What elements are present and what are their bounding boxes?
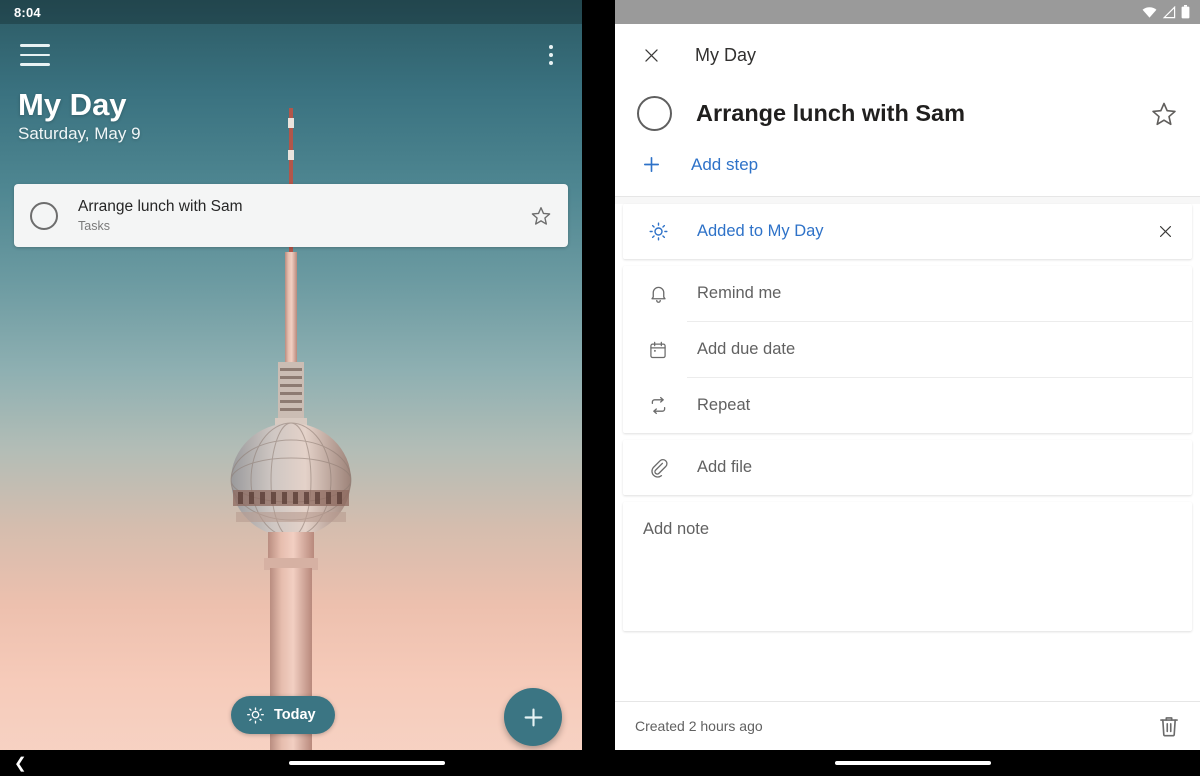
right-status-bar [615, 0, 1200, 24]
right-navigation-bar [615, 750, 1200, 776]
add-file-row[interactable]: Add file [623, 440, 1192, 495]
home-gesture-bar[interactable] [289, 761, 445, 765]
task-title: Arrange lunch with Sam [78, 197, 243, 215]
panel-gutter [582, 0, 615, 776]
remind-me-label: Remind me [697, 284, 782, 302]
left-navigation-bar: ❮ [0, 750, 582, 776]
task-text-block: Arrange lunch with Sam Tasks [78, 198, 530, 234]
add-step-label: Add step [691, 154, 759, 174]
added-to-my-day-label: Added to My Day [697, 222, 824, 240]
right-phone-task-detail: My Day Arrange lunch with Sam Add step A… [615, 0, 1200, 776]
add-file-card: Add file [623, 440, 1192, 495]
battery-icon [1181, 5, 1190, 19]
page-title: My Day [18, 87, 127, 122]
left-phone-my-day-list: 8:04 My Day Saturday, May 9 Arrange lunc… [0, 0, 582, 776]
more-vertical-icon[interactable] [540, 43, 562, 67]
section-gap [615, 197, 1200, 204]
repeat-icon [643, 395, 673, 416]
add-due-date-row[interactable]: Add due date [623, 322, 1192, 377]
add-file-label: Add file [697, 458, 753, 476]
plus-icon [524, 708, 542, 726]
task-options-card: Remind me Add due date Repeat [623, 266, 1192, 433]
task-title-row: Arrange lunch with Sam [615, 86, 1200, 153]
home-gesture-bar[interactable] [834, 761, 991, 765]
remind-me-row[interactable]: Remind me [623, 266, 1192, 321]
note-placeholder: Add note [643, 520, 710, 538]
task-title[interactable]: Arrange lunch with Sam [696, 100, 1150, 127]
star-outline-icon[interactable] [530, 205, 552, 227]
detail-footer: Created 2 hours ago [615, 701, 1200, 750]
task-list-name: Tasks [78, 219, 110, 234]
left-app-bar [0, 24, 582, 86]
trash-icon[interactable] [1156, 713, 1182, 739]
page-date: Saturday, May 9 [18, 124, 141, 144]
chevron-left-icon[interactable]: ❮ [14, 756, 27, 771]
repeat-label: Repeat [697, 396, 751, 414]
added-to-my-day-card: Added to My Day [623, 204, 1192, 259]
status-time: 8:04 [14, 4, 41, 20]
today-filter-pill[interactable]: Today [231, 696, 335, 734]
plus-icon [637, 153, 665, 176]
repeat-row[interactable]: Repeat [623, 378, 1192, 433]
created-timestamp: Created 2 hours ago [635, 718, 763, 734]
dual-phone-screenshot: 8:04 My Day Saturday, May 9 Arrange lunc… [0, 0, 1200, 776]
paperclip-icon [643, 457, 673, 478]
today-pill-label: Today [274, 707, 316, 723]
detail-list-title: My Day [695, 44, 757, 65]
add-task-fab[interactable] [504, 688, 562, 746]
left-status-bar: 8:04 [0, 0, 582, 24]
circle-unchecked-icon[interactable] [637, 96, 672, 131]
sun-icon [643, 221, 673, 242]
added-to-my-day-row[interactable]: Added to My Day [623, 204, 1192, 259]
star-outline-icon[interactable] [1150, 100, 1178, 128]
wifi-icon [1142, 6, 1157, 18]
my-day-headline: My Day Saturday, May 9 [18, 88, 141, 144]
add-step-button[interactable]: Add step [615, 153, 1200, 196]
detail-header: My Day [615, 24, 1200, 86]
berlin-tv-tower-image [230, 108, 352, 750]
note-field[interactable]: Add note [623, 502, 1192, 631]
bell-icon [643, 283, 673, 304]
task-list-item[interactable]: Arrange lunch with Sam Tasks [14, 184, 568, 247]
hamburger-menu-icon[interactable] [20, 44, 50, 66]
remove-from-my-day-icon[interactable] [1152, 219, 1178, 245]
circle-unchecked-icon[interactable] [30, 201, 58, 230]
cellular-signal-icon [1162, 5, 1176, 18]
add-due-date-label: Add due date [697, 340, 796, 358]
calendar-icon [643, 340, 673, 360]
sun-idea-icon [247, 706, 264, 724]
close-x-icon[interactable] [637, 41, 665, 69]
